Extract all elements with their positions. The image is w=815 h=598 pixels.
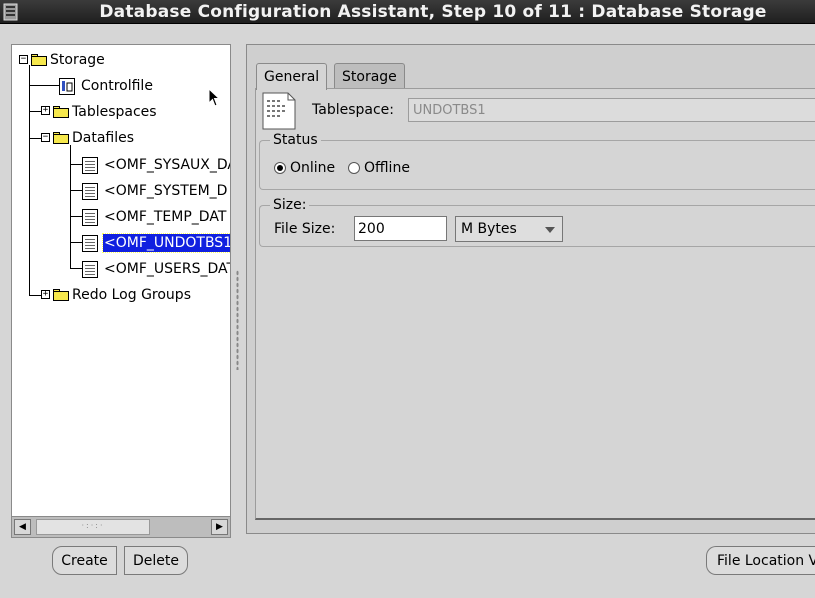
status-group: Status — [259, 132, 815, 190]
scrollbar-thumb[interactable]: ·:·:· — [36, 519, 150, 535]
tree-connector — [29, 138, 41, 139]
properties-panel: General Storage Tablespace: Status Onlin… — [246, 44, 815, 534]
tree-connector — [29, 295, 41, 296]
size-unit-select[interactable]: M Bytes — [455, 216, 563, 242]
offline-label: Offline — [364, 160, 410, 176]
file-location-variables-button[interactable]: File Location V — [706, 546, 815, 575]
tree-connector — [29, 65, 30, 295]
file-size-input[interactable] — [354, 216, 447, 241]
tree-node-storage[interactable]: Storage — [31, 49, 106, 71]
mouse-pointer-icon — [208, 88, 221, 107]
radio-selected-icon — [274, 162, 286, 174]
folder-icon — [53, 132, 69, 144]
controlfile-icon — [59, 77, 75, 95]
tree-node-datafile[interactable]: <OMF_SYSAUX_DA — [82, 154, 230, 176]
folder-icon — [53, 289, 69, 301]
collapse-icon[interactable]: − — [41, 133, 50, 142]
delete-button[interactable]: Delete — [124, 546, 188, 575]
tree-node-controlfile[interactable]: Controlfile — [59, 75, 154, 97]
tree-horizontal-scrollbar[interactable]: ◀ ·:·:· ▶ — [12, 516, 230, 537]
tree-connector — [70, 242, 82, 243]
collapse-icon[interactable]: − — [19, 55, 28, 64]
size-legend: Size: — [273, 197, 307, 213]
status-legend: Status — [273, 132, 318, 148]
chevron-down-icon — [545, 227, 555, 233]
tab-storage[interactable]: Storage — [334, 63, 405, 89]
datafile-icon — [82, 208, 98, 226]
folder-icon — [53, 106, 69, 118]
tablespace-field[interactable] — [408, 98, 815, 122]
radio-unselected-icon — [348, 162, 360, 174]
tree-node-tablespaces[interactable]: Tablespaces — [53, 101, 158, 123]
datafile-icon — [82, 156, 98, 174]
scroll-right-icon[interactable]: ▶ — [211, 519, 228, 535]
datafile-icon — [82, 234, 98, 252]
tree-node-datafile[interactable]: <OMF_SYSTEM_D — [82, 180, 228, 202]
tree-node-redo-log-groups[interactable]: Redo Log Groups — [53, 284, 192, 306]
datafile-icon — [82, 260, 98, 278]
tree-connector — [70, 164, 82, 165]
storage-tree-panel: − Storage Controlfile + Tablespaces − Da… — [11, 44, 231, 538]
tree-node-datafile[interactable]: <OMF_TEMP_DAT — [82, 206, 227, 228]
tree-connector — [29, 111, 41, 112]
datafile-icon — [82, 182, 98, 200]
expand-icon[interactable]: + — [41, 106, 50, 115]
title-bar: Database Configuration Assistant, Step 1… — [0, 0, 815, 24]
tab-general[interactable]: General — [256, 63, 328, 90]
tree-node-datafiles[interactable]: Datafiles — [53, 127, 135, 149]
tablespace-icon — [262, 92, 296, 130]
tree-node-datafile[interactable]: <OMF_USERS_DAT — [82, 258, 230, 280]
tablespace-label: Tablespace: — [312, 102, 394, 118]
folder-icon — [31, 54, 47, 66]
tree-node-datafile-selected[interactable]: <OMF_UNDOTBS1 — [82, 232, 230, 254]
storage-tree: − Storage Controlfile + Tablespaces − Da… — [12, 45, 230, 515]
offline-radio[interactable]: Offline — [348, 160, 410, 176]
splitter-handle[interactable] — [236, 270, 239, 370]
tree-connector — [70, 190, 82, 191]
window-title: Database Configuration Assistant, Step 1… — [99, 2, 767, 22]
tree-connector — [29, 85, 59, 86]
general-tab-content: Tablespace: Status Online Offline Size: … — [255, 88, 815, 520]
tree-connector — [70, 268, 82, 269]
expand-icon[interactable]: + — [41, 290, 50, 299]
online-radio[interactable]: Online — [274, 160, 335, 176]
size-unit-value: M Bytes — [461, 221, 517, 237]
file-size-label: File Size: — [274, 221, 336, 237]
tree-connector — [70, 216, 82, 217]
create-button[interactable]: Create — [52, 546, 117, 575]
online-label: Online — [290, 160, 336, 176]
scroll-left-icon[interactable]: ◀ — [14, 519, 31, 535]
